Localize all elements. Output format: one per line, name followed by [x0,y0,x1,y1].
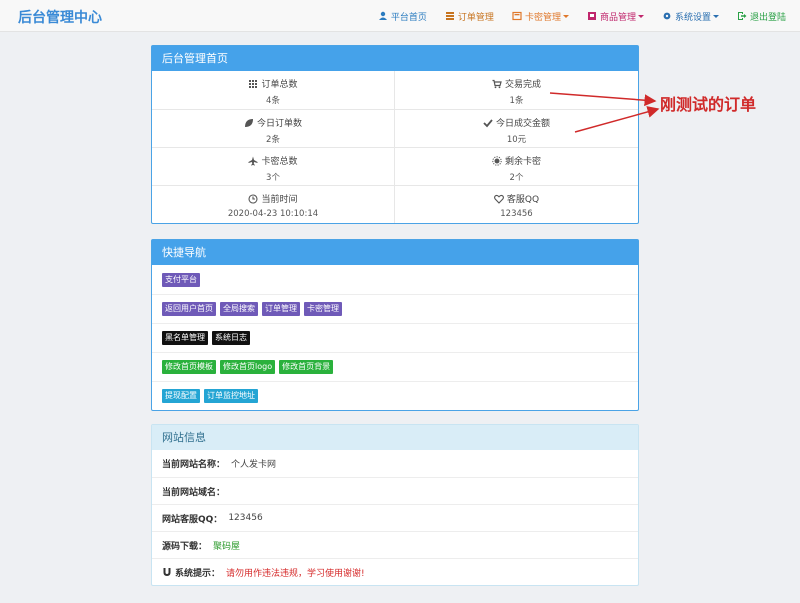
annotation-arrow-2 [574,106,660,133]
annotation-arrow-1 [549,92,657,107]
annotation-text: 刚测试的订单 [660,95,757,114]
